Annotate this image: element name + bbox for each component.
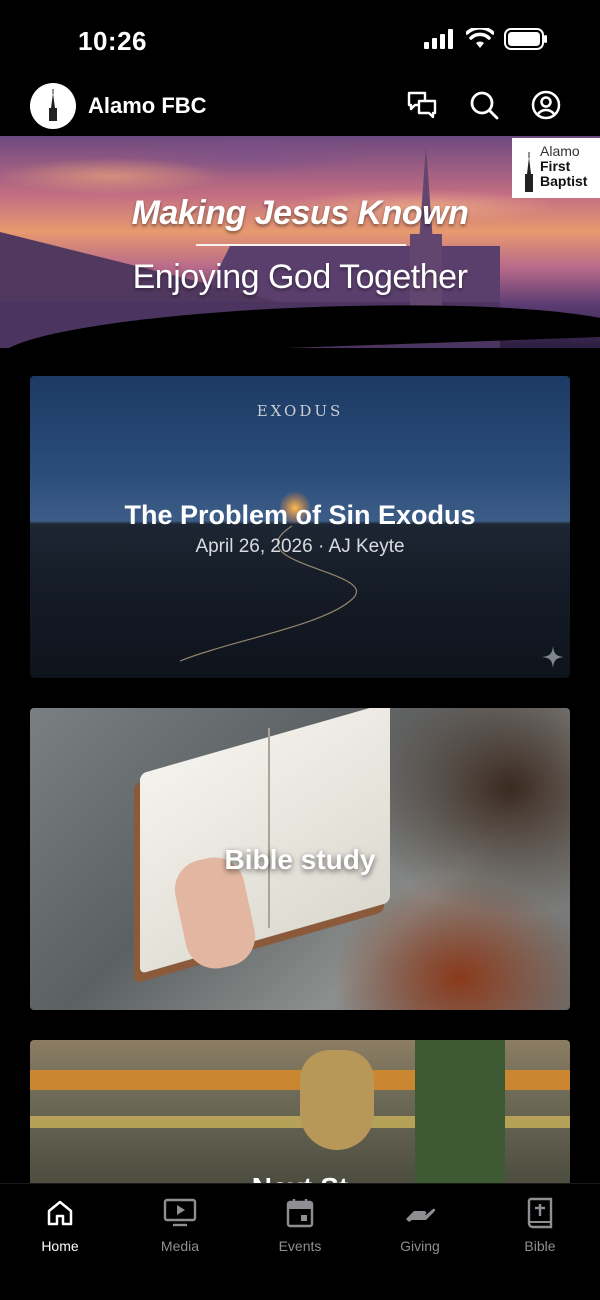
steeple-logo-icon <box>525 152 533 192</box>
app-header: Alamo FBC <box>0 80 600 136</box>
bible-spine-line <box>268 727 270 929</box>
bible-icon <box>523 1196 557 1230</box>
status-bar: 10:26 <box>0 0 600 80</box>
open-bible-graphic <box>140 708 390 974</box>
status-time: 10:26 <box>78 26 147 56</box>
account-icon <box>531 90 561 120</box>
shoe-graphic <box>300 1050 374 1150</box>
bible-study-card[interactable]: Bible study <box>30 708 570 1010</box>
hero-subtitle: Enjoying God Together <box>132 258 468 296</box>
tab-media[interactable]: Media <box>120 1184 240 1300</box>
wifi-icon <box>466 28 494 48</box>
logo-line-baptist: Baptist <box>540 173 588 189</box>
tab-label: Media <box>160 1238 200 1254</box>
sermon-card[interactable]: EXODUS The Problem of Sin Exodus April 2… <box>30 376 570 678</box>
tab-events[interactable]: Events <box>240 1184 360 1300</box>
hero-divider <box>196 244 406 246</box>
chat-bubbles-icon <box>407 91 437 119</box>
steeple-logo-icon <box>49 89 57 121</box>
sermon-title: The Problem of Sin Exodus <box>124 500 476 530</box>
search-icon <box>470 91 499 120</box>
next-steps-card[interactable]: Next St <box>30 1040 570 1190</box>
search-button[interactable] <box>468 89 500 121</box>
alamo-first-baptist-logo: Alamo First Baptist <box>512 138 600 198</box>
hero-banner: Making Jesus Known Enjoying God Together… <box>0 136 600 348</box>
logo-line-alamo: Alamo <box>540 143 580 159</box>
tab-label: Events <box>278 1238 322 1254</box>
sparkle-icon <box>542 646 564 668</box>
cellular-signal-icon <box>424 29 453 49</box>
tab-giving[interactable]: Giving <box>360 1184 480 1300</box>
tab-home[interactable]: Home <box>0 1184 120 1300</box>
church-logo[interactable] <box>30 83 76 129</box>
header-actions <box>406 89 562 121</box>
sermon-meta: April 26, 2026 · AJ Keyte <box>195 536 405 557</box>
tab-label: Home <box>41 1238 79 1254</box>
leg-graphic <box>415 1040 505 1190</box>
media-icon <box>163 1196 197 1230</box>
status-icons <box>424 28 548 50</box>
battery-icon <box>504 28 547 50</box>
tab-label: Giving <box>400 1238 440 1254</box>
bible-study-title: Bible study <box>224 844 376 875</box>
logo-line-first: First <box>540 158 571 174</box>
giving-icon <box>403 1196 437 1230</box>
calendar-icon <box>283 1196 317 1230</box>
tab-label: Bible <box>524 1238 556 1254</box>
home-icon <box>43 1196 77 1230</box>
app-title: Alamo FBC <box>88 93 207 118</box>
messages-button[interactable] <box>406 89 438 121</box>
series-kicker: EXODUS <box>256 402 344 420</box>
hero-title: Making Jesus Known <box>131 194 469 232</box>
profile-button[interactable] <box>530 89 562 121</box>
tab-bar: Home Media Events Giving Bible <box>0 1183 600 1300</box>
tab-bible[interactable]: Bible <box>480 1184 600 1300</box>
